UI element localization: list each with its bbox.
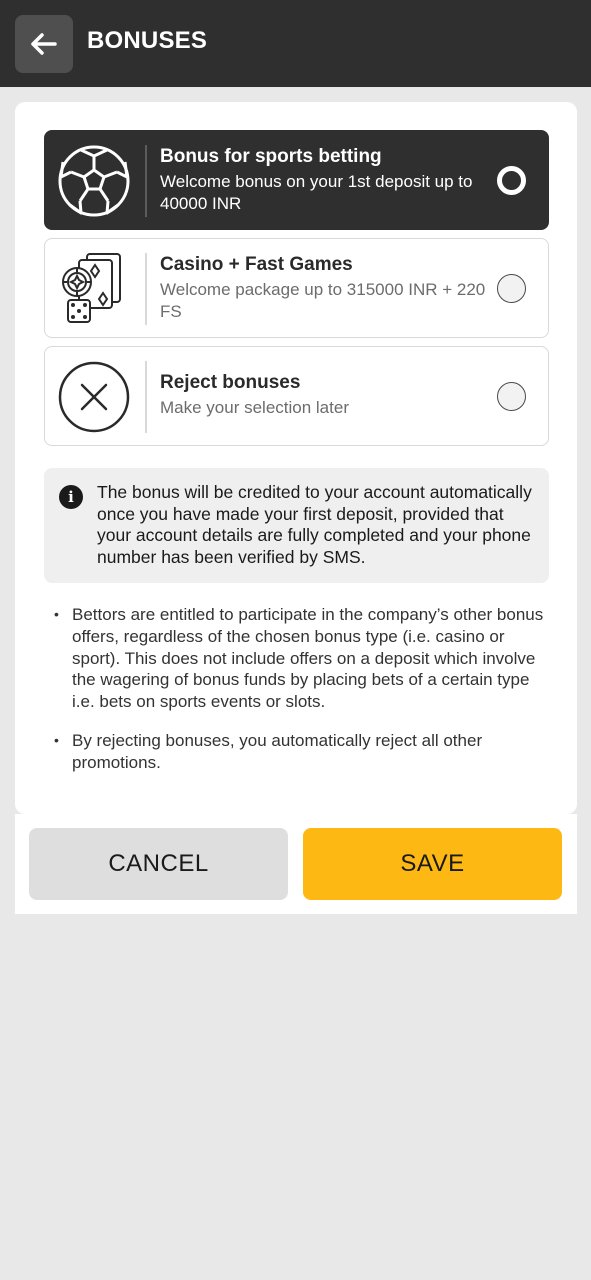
notes-list: • Bettors are entitled to participate in… [44, 604, 544, 774]
info-icon: i [59, 485, 83, 509]
soccer-ball-icon [56, 143, 132, 219]
arrow-left-icon [31, 33, 57, 55]
radio-button[interactable] [497, 274, 526, 303]
bonus-option-sports[interactable]: Bonus for sports betting Welcome bonus o… [44, 130, 549, 230]
top-bar: BONUSES [0, 0, 591, 87]
option-divider [145, 253, 147, 325]
bonus-option-reject[interactable]: Reject bonuses Make your selection later [44, 346, 549, 446]
action-bar: CANCEL SAVE [15, 814, 577, 914]
bonus-option-casino[interactable]: Casino + Fast Games Welcome package up t… [44, 238, 549, 338]
radio-button-selected[interactable] [497, 166, 526, 195]
info-box: i The bonus will be credited to your acc… [44, 468, 549, 583]
list-item: • Bettors are entitled to participate in… [44, 604, 544, 713]
note-text: By rejecting bonuses, you automatically … [72, 730, 483, 772]
info-text: The bonus will be credited to your accou… [97, 482, 532, 567]
option-title: Bonus for sports betting [160, 146, 382, 167]
option-divider [145, 361, 147, 433]
bullet-icon: • [54, 731, 59, 748]
circle-x-icon [56, 359, 132, 435]
bullet-icon: • [54, 606, 59, 622]
bonus-card: Bonus for sports betting Welcome bonus o… [15, 102, 577, 814]
save-button[interactable]: SAVE [303, 828, 562, 900]
option-description: Welcome bonus on your 1st deposit up to … [160, 172, 473, 213]
back-button[interactable] [15, 15, 73, 73]
casino-cards-chip-dice-icon [56, 251, 132, 327]
page-title: BONUSES [87, 27, 208, 54]
cancel-button[interactable]: CANCEL [29, 828, 288, 900]
option-description: Make your selection later [160, 398, 349, 417]
option-divider [145, 145, 147, 217]
option-title: Casino + Fast Games [160, 254, 353, 275]
radio-button[interactable] [497, 382, 526, 411]
option-description: Welcome package up to 315000 INR + 220 F… [160, 280, 486, 321]
note-text: Bettors are entitled to participate in t… [72, 605, 544, 712]
list-item: • By rejecting bonuses, you automaticall… [44, 730, 544, 774]
option-title: Reject bonuses [160, 372, 301, 393]
